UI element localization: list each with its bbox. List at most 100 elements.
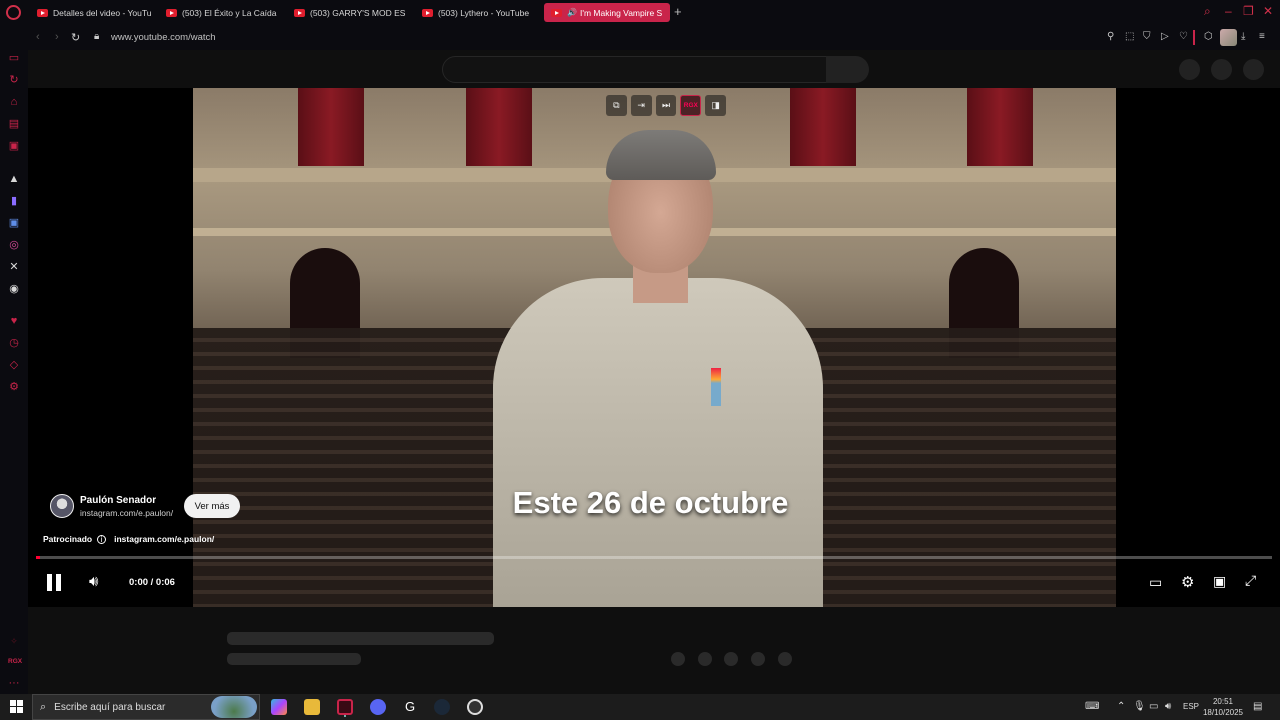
youtube-header xyxy=(28,50,1280,88)
steam-icon[interactable] xyxy=(434,699,450,715)
shield-icon[interactable]: ⛉ xyxy=(1143,31,1151,42)
search-input[interactable] xyxy=(442,56,827,83)
tab-garrys-mod[interactable]: (503) GARRY'S MOD ES xyxy=(294,3,406,22)
tab-label: (503) El Éxito y La Caída xyxy=(182,7,277,18)
loading-dot xyxy=(751,652,765,666)
popout-icon[interactable]: ⧉ xyxy=(606,95,627,116)
menu-icon[interactable]: ≡ xyxy=(1259,31,1265,42)
ver-mas-button[interactable]: Ver más xyxy=(184,494,240,518)
discord-taskbar-icon[interactable] xyxy=(370,699,386,715)
volume-tray-icon[interactable]: 🔊︎ xyxy=(1165,701,1171,712)
ribbon-pin xyxy=(711,368,721,406)
enter-icon[interactable]: ⇥ xyxy=(630,95,652,116)
extensions-icon[interactable]: ◇ xyxy=(8,359,20,371)
sponsored-link[interactable]: instagram.com/e.paulon/ xyxy=(114,534,214,544)
create-button[interactable] xyxy=(1179,59,1200,80)
gx-control-icon[interactable]: ▭ xyxy=(8,52,20,64)
tab-exito[interactable]: (503) El Éxito y La Caída xyxy=(166,3,278,22)
youtube-icon xyxy=(294,8,305,17)
back-icon[interactable]: ‹ xyxy=(36,31,40,43)
account-avatar[interactable] xyxy=(1243,59,1264,80)
heart-icon[interactable]: ♥ xyxy=(8,315,20,327)
rgx-button[interactable]: RGX xyxy=(680,95,702,116)
profile-avatar[interactable] xyxy=(1220,29,1237,46)
subtitles-icon[interactable]: ▭ xyxy=(1149,574,1162,591)
gx-label[interactable]: RGX xyxy=(8,656,22,668)
maximize-icon[interactable]: ❐ xyxy=(1243,4,1254,18)
fullscreen-icon[interactable]: ⤢ xyxy=(1245,572,1256,589)
youtube-icon xyxy=(551,8,562,17)
loading-dot xyxy=(698,652,712,666)
sponsored-row: Patrocinado i instagram.com/e.paulon/ xyxy=(43,534,214,544)
tab-vampire-active[interactable]: 🔊 I'm Making Vampire S xyxy=(544,3,670,22)
obs-icon[interactable] xyxy=(467,699,483,715)
file-explorer-icon[interactable] xyxy=(304,699,320,715)
volume-icon[interactable]: 🔊︎ xyxy=(89,573,98,590)
new-tab-button[interactable]: + xyxy=(674,4,682,19)
taskbar-search-input[interactable]: ⌕ Escribe aquí para buscar xyxy=(32,694,260,720)
extensions-puzzle-icon[interactable]: ⬡ xyxy=(1204,31,1213,42)
info-icon[interactable]: i xyxy=(97,534,107,544)
bookmark-icon[interactable]: ✧ xyxy=(8,635,20,647)
network-icon[interactable]: ▭ xyxy=(1149,701,1158,712)
news-icon[interactable]: ▤ xyxy=(8,118,20,130)
minimize-icon[interactable]: – xyxy=(1225,4,1232,18)
ad-overlay[interactable]: Paulón Senador instagram.com/e.paulon/ xyxy=(50,493,173,519)
gx-corner-icon[interactable]: ⌂ xyxy=(8,96,20,108)
close-icon[interactable]: ✕ xyxy=(1263,4,1273,18)
speaker-person xyxy=(493,128,823,607)
advertiser-avatar[interactable] xyxy=(50,494,74,518)
epic-games-icon[interactable]: G xyxy=(402,699,418,715)
snapshot-icon[interactable]: ⬚ xyxy=(1125,31,1134,42)
settings-gear-icon[interactable]: ⚙ xyxy=(1181,573,1194,591)
input-language[interactable]: ESP xyxy=(1183,702,1199,711)
microphone-icon[interactable]: 🎙︎ xyxy=(1133,701,1146,712)
search-highlight-image[interactable] xyxy=(211,696,257,718)
video-frame[interactable] xyxy=(193,88,1116,607)
advertiser-link[interactable]: instagram.com/e.paulon/ xyxy=(80,508,173,518)
pin-icon[interactable]: ⚲ xyxy=(1107,31,1114,42)
video-player[interactable]: ⧉ ⇥ ⏭ RGX ◨ Este 26 de octubre Paulón Se… xyxy=(28,88,1280,607)
show-hidden-icons[interactable]: ⌃ xyxy=(1117,701,1125,712)
tab-video-details[interactable]: Detalles del video - YouTu xyxy=(37,3,153,22)
tab-bar: Detalles del video - YouTu (503) El Éxit… xyxy=(0,0,1280,25)
reload-icon[interactable]: ↻ xyxy=(71,31,80,44)
tab-lythero[interactable]: (503) Lythero - YouTube xyxy=(422,3,537,22)
notifications-button[interactable] xyxy=(1211,59,1232,80)
search-button[interactable] xyxy=(826,56,869,83)
gx-cleaner-icon[interactable]: ↻ xyxy=(8,74,20,86)
speaker-icon[interactable]: 🔊 xyxy=(567,8,577,17)
copilot-icon[interactable] xyxy=(271,699,287,715)
forward-icon[interactable]: › xyxy=(55,31,59,43)
download-icon[interactable]: ⤓ xyxy=(1241,31,1245,42)
instagram-icon[interactable]: ◎ xyxy=(8,239,20,251)
player-icon[interactable]: ▣ xyxy=(8,140,20,152)
player-controls: 🔊︎ 0:00 / 0:06 ▭ ⚙ ▣ ⤢ xyxy=(28,566,1280,600)
advertiser-name[interactable]: Paulón Senador xyxy=(80,495,173,506)
search-icon[interactable]: ⌕ xyxy=(1204,4,1211,19)
taskbar-clock[interactable]: 20:51 18/10/2025 xyxy=(1201,696,1245,718)
heart-outline-icon[interactable]: ♡ xyxy=(1179,31,1188,42)
settings-icon[interactable]: ⚙ xyxy=(8,381,20,393)
theater-mode-icon[interactable]: ▣ xyxy=(1213,573,1226,590)
opera-gx-logo-icon[interactable] xyxy=(6,5,21,20)
vk-icon[interactable]: ▣ xyxy=(8,217,20,229)
notifications-icon[interactable]: ▤ xyxy=(1253,701,1262,712)
tab-label: Detalles del video - YouTu xyxy=(53,7,152,18)
discord-icon[interactable]: ◉ xyxy=(8,283,20,295)
keyboard-icon[interactable]: ⌨ xyxy=(1085,701,1099,712)
x-twitter-icon[interactable]: ✕ xyxy=(8,261,20,273)
mini-player-icon[interactable]: ◨ xyxy=(705,95,726,116)
pause-icon[interactable] xyxy=(46,574,62,591)
history-icon[interactable]: ◷ xyxy=(8,337,20,349)
video-popout-toolbar: ⧉ ⇥ ⏭ RGX ◨ xyxy=(606,95,726,120)
progress-bar[interactable] xyxy=(36,556,1272,559)
twitch-icon[interactable]: ▮ xyxy=(8,195,20,207)
skip-next-icon[interactable]: ⏭ xyxy=(655,95,677,116)
more-icon[interactable]: ··· xyxy=(8,677,20,689)
play-icon[interactable]: ▷ xyxy=(1161,31,1169,42)
windows-start-icon[interactable] xyxy=(10,700,23,713)
aria-icon[interactable]: ▲ xyxy=(8,173,20,185)
url-field[interactable]: www.youtube.com/watch xyxy=(111,32,216,43)
opera-gx-taskbar-icon[interactable] xyxy=(337,699,353,715)
